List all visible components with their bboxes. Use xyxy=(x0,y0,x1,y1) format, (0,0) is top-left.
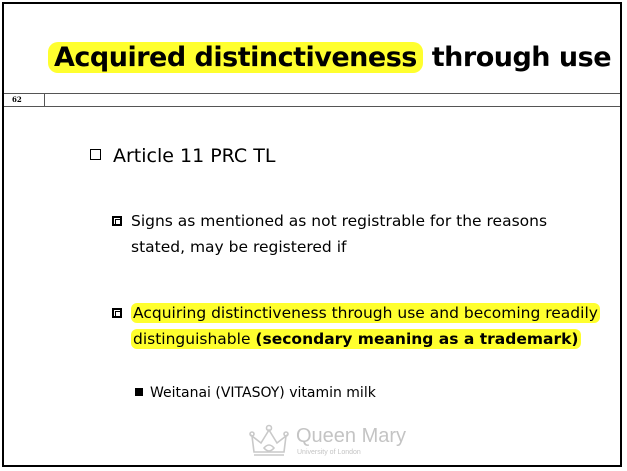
sub-bullet-text: Signs as mentioned as not registrable fo… xyxy=(131,212,548,256)
crown-icon xyxy=(249,424,289,456)
sub-bullet-1: Signs as mentioned as not registrable fo… xyxy=(112,208,601,260)
title-highlight: Acquired distinctiveness xyxy=(48,42,423,73)
sub-bullet-bold: (secondary meaning as a trademark) xyxy=(255,330,579,348)
filled-square-bullet-icon xyxy=(135,388,143,396)
header-bar: 62 xyxy=(4,93,620,107)
example-text: Weitanai (VITASOY) vitamin milk xyxy=(150,385,376,401)
bullet-article-11: Article 11 PRC TL xyxy=(90,144,275,168)
bullet-text: Article 11 PRC TL xyxy=(113,145,276,167)
title-rest: through use xyxy=(422,42,612,73)
queen-mary-logo: Queen Mary University of London xyxy=(248,422,418,462)
square-bullet-icon xyxy=(112,308,122,318)
sub-bullet-text: Acquiring distinctiveness through use an… xyxy=(131,300,601,352)
square-bullet-icon xyxy=(112,216,122,226)
slide: Acquired distinctiveness through use 62 … xyxy=(2,2,622,467)
page-number: 62 xyxy=(12,95,22,104)
slide-title: Acquired distinctiveness through use xyxy=(48,38,612,78)
example-item: Weitanai (VITASOY) vitamin milk xyxy=(135,383,376,403)
highlighted-text: Acquiring distinctiveness through use an… xyxy=(131,303,600,349)
header-rule xyxy=(44,93,620,107)
logo-subtitle: University of London xyxy=(297,449,361,456)
hollow-square-bullet-icon xyxy=(90,149,101,160)
sub-bullet-2: Acquiring distinctiveness through use an… xyxy=(112,300,601,352)
logo-name: Queen Mary xyxy=(296,425,407,447)
